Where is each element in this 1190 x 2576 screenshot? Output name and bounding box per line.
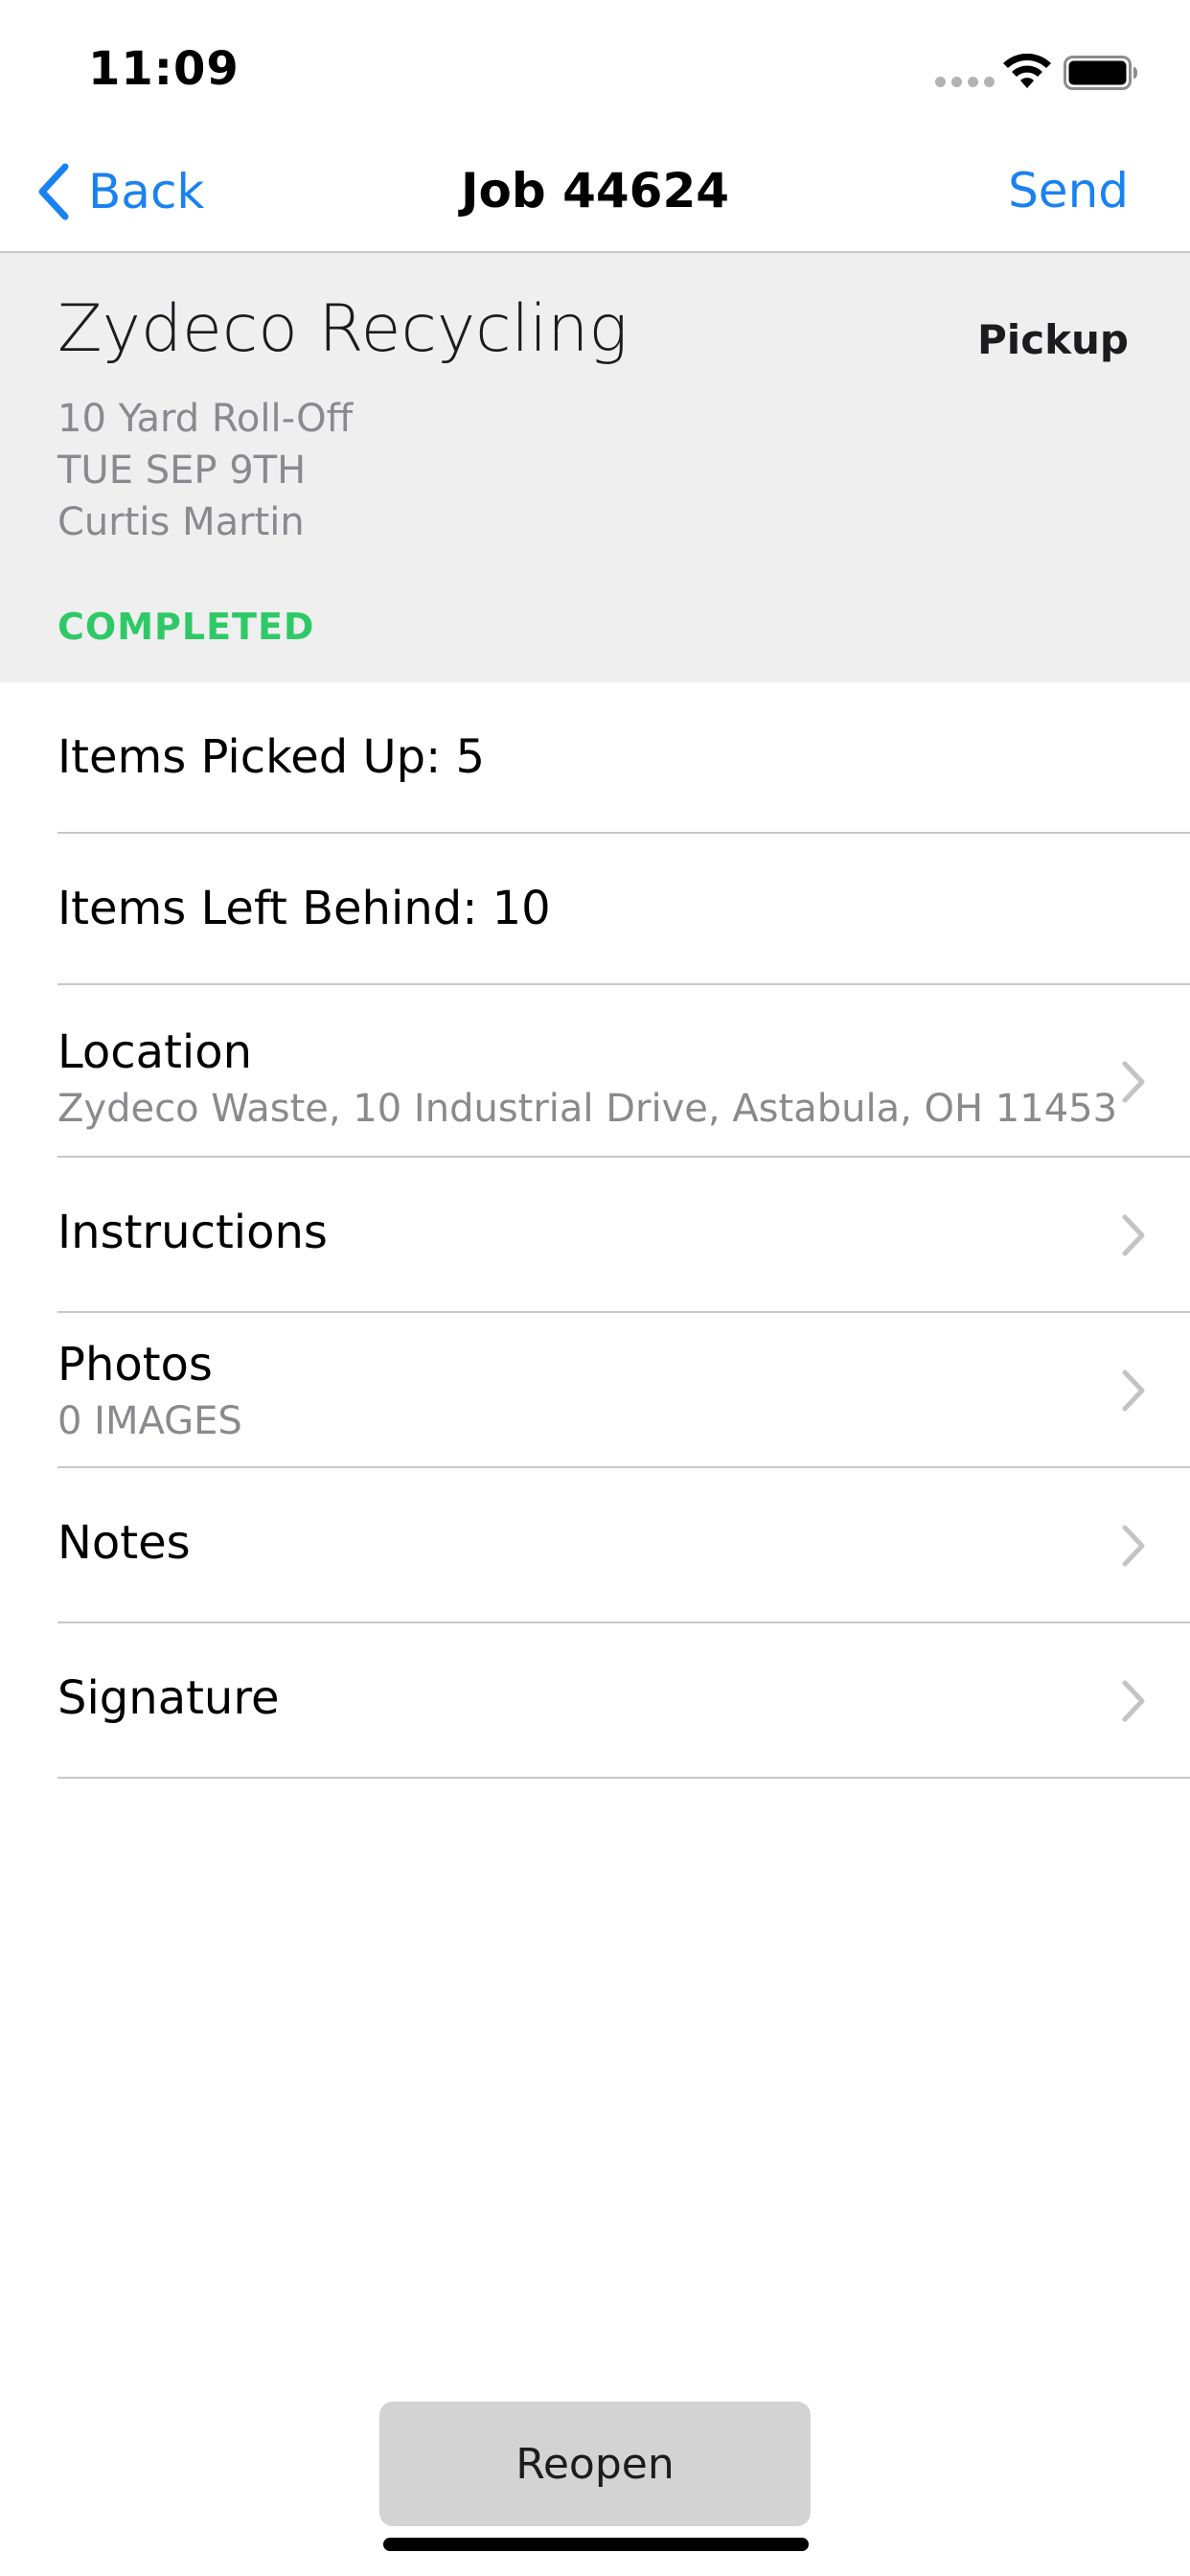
job-summary-header: Zydeco Recycling Pickup 10 Yard Roll-Off… [0,253,1190,682]
container-type: 10 Yard Roll-Off [57,397,354,441]
instructions-label: Instructions [57,1206,328,1259]
chevron-right-icon [1122,1214,1145,1256]
notes-label: Notes [57,1516,191,1570]
customer-name: Zydeco Recycling [57,291,629,367]
location-row[interactable]: Location Zydeco Waste, 10 Industrial Dri… [57,985,1190,1158]
wifi-icon [1003,54,1051,88]
navigation-bar: Back Job 44624 Send [0,134,1190,253]
items-picked-up-value: 5 [455,730,486,784]
items-picked-up-row: Items Picked Up: 5 [57,682,1190,834]
home-indicator[interactable] [383,2538,809,2551]
status-badge: COMPLETED [57,606,315,648]
driver-name: Curtis Martin [57,500,305,544]
job-type-label: Pickup [977,316,1129,363]
job-date: TUE SEP 9TH [57,448,307,493]
chevron-right-icon [1122,1525,1145,1567]
location-address: Zydeco Waste, 10 Industrial Drive, Astab… [57,1087,1118,1131]
cellular-signal-icon [935,77,995,87]
status-time: 11:09 [88,42,240,96]
status-bar: 11:09 [0,0,1190,134]
photos-label: Photos [57,1338,213,1392]
reopen-button[interactable]: Reopen [379,2402,811,2526]
battery-icon [1064,56,1137,90]
items-left-behind-row: Items Left Behind: 10 [57,834,1190,985]
notes-row[interactable]: Notes [57,1468,1190,1623]
chevron-right-icon [1122,1680,1145,1722]
chevron-right-icon [1122,1061,1145,1103]
location-label: Location [57,1025,253,1079]
chevron-right-icon [1122,1369,1145,1412]
items-left-behind-label: Items Left Behind: [57,882,478,935]
signature-label: Signature [57,1671,280,1725]
instructions-row[interactable]: Instructions [57,1158,1190,1313]
items-left-behind-value: 10 [492,882,551,935]
signature-row[interactable]: Signature [57,1623,1190,1779]
photos-count: 0 IMAGES [57,1399,242,1443]
send-button[interactable]: Send [1008,163,1129,218]
items-picked-up-label: Items Picked Up: [57,730,442,784]
photos-row[interactable]: Photos 0 IMAGES [57,1313,1190,1468]
